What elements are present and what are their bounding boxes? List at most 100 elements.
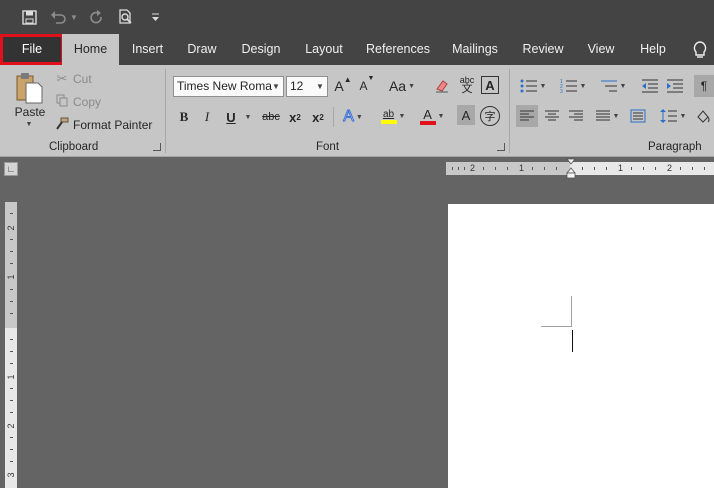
strikethrough-button[interactable]: abc — [259, 106, 283, 128]
numbering-button[interactable]: 123 ▼ — [556, 75, 590, 97]
scissors-icon: ✂ — [56, 71, 68, 86]
chevron-down-icon[interactable]: ▼ — [313, 77, 327, 96]
text-effects-button[interactable]: A ▼ — [339, 106, 367, 128]
ruler-tick — [507, 167, 508, 170]
tab-insert[interactable]: Insert — [124, 34, 171, 65]
ruler-tick — [680, 167, 681, 170]
chevron-down-icon: ▼ — [398, 112, 406, 120]
tab-file[interactable]: File — [0, 34, 64, 65]
chevron-down-icon: ▼ — [437, 112, 445, 120]
ruler-tick — [643, 167, 644, 170]
lightbulb-icon[interactable] — [690, 40, 710, 60]
character-border-button[interactable]: A — [481, 76, 499, 94]
font-color-button[interactable]: A ▼ — [416, 103, 448, 129]
phonetic-glyph: 文 — [461, 83, 473, 95]
grow-font-button[interactable]: A ▲ — [334, 75, 352, 97]
shrink-font-button[interactable]: A ▼ — [358, 75, 376, 97]
font-group-label: Font — [316, 141, 340, 153]
align-center-icon[interactable] — [541, 105, 563, 127]
paste-button[interactable]: Paste — [14, 105, 46, 121]
tab-review[interactable]: Review — [515, 34, 571, 65]
font-size-combobox[interactable]: 12 ▼ — [286, 76, 328, 97]
increase-indent-icon[interactable] — [664, 75, 686, 97]
print-preview-icon[interactable] — [115, 5, 137, 29]
redo-icon[interactable] — [86, 5, 106, 29]
subscript-suffix: 2 — [296, 112, 301, 122]
enclose-characters-button[interactable]: 字 — [480, 106, 500, 126]
subscript-button[interactable]: x2 — [286, 106, 304, 128]
justify-icon — [595, 110, 610, 121]
show-formatting-marks-icon[interactable]: ¶ — [694, 75, 714, 97]
tab-design[interactable]: Design — [234, 34, 288, 65]
highlight-label: ab — [382, 108, 395, 120]
ruler-tick — [495, 167, 496, 170]
font-name-combobox[interactable]: Times New Roma ▼ — [173, 76, 284, 97]
highlighter-icon: ab — [380, 108, 397, 124]
clipboard-group-label: Clipboard — [49, 141, 99, 153]
ruler-tick — [10, 289, 13, 290]
superscript-button[interactable]: x2 — [309, 106, 327, 128]
align-left-icon[interactable] — [516, 105, 538, 127]
underline-dropdown-icon[interactable]: ▼ — [242, 106, 252, 128]
font-launcher-icon[interactable] — [497, 143, 505, 151]
chevron-down-icon: ▼ — [612, 112, 620, 120]
horizontal-ruler[interactable]: 2 1 1 2 — [446, 162, 714, 175]
tab-mailings[interactable]: Mailings — [446, 34, 504, 65]
italic-button[interactable]: I — [199, 106, 215, 128]
subscript-label: x — [289, 109, 297, 125]
tab-layout[interactable]: Layout — [298, 34, 350, 65]
align-right-icon[interactable] — [565, 105, 587, 127]
justify-button[interactable]: ▼ — [590, 105, 624, 127]
font-color-bar — [419, 120, 436, 125]
tab-view[interactable]: View — [581, 34, 621, 65]
grow-arrow-icon: ▲ — [343, 75, 352, 84]
divider — [333, 107, 334, 127]
ruler-tick — [10, 339, 13, 340]
ruler-tick — [532, 167, 533, 170]
tab-references[interactable]: References — [360, 34, 436, 65]
undo-icon[interactable] — [48, 5, 68, 29]
bold-button[interactable]: B — [176, 106, 192, 128]
multilevel-list-button[interactable]: ▼ — [596, 75, 630, 97]
ruler-tick — [10, 251, 13, 252]
clipboard-launcher-icon[interactable] — [153, 143, 161, 151]
cut-button[interactable]: ✂ Cut — [54, 70, 92, 88]
bullets-button[interactable]: ▼ — [516, 75, 550, 97]
ruler-tick — [10, 313, 13, 314]
paste-icon[interactable] — [12, 71, 48, 107]
decrease-indent-icon[interactable] — [639, 75, 661, 97]
ruler-tick — [655, 167, 656, 170]
highlight-color-bar — [380, 119, 397, 124]
text-highlight-button[interactable]: ab ▼ — [377, 103, 409, 129]
character-shading-button[interactable]: A — [457, 105, 475, 125]
copy-button[interactable]: Copy — [54, 93, 101, 111]
document-page[interactable] — [448, 204, 714, 488]
distributed-icon[interactable] — [627, 105, 649, 127]
change-case-button[interactable]: Aa ▼ — [386, 75, 418, 97]
chevron-down-icon: ▼ — [355, 113, 363, 121]
ruler-number: 1 — [6, 274, 16, 280]
indent-marker-icon[interactable] — [566, 158, 576, 180]
vertical-ruler[interactable]: 2 1 1 2 3 — [5, 202, 17, 488]
line-spacing-button[interactable]: ▼ — [657, 105, 689, 127]
save-icon[interactable] — [18, 5, 40, 29]
paste-dropdown-icon[interactable]: ▼ — [22, 121, 36, 131]
customize-qat-icon[interactable] — [148, 5, 162, 29]
tab-help[interactable]: Help — [632, 34, 674, 65]
bullets-icon — [520, 79, 537, 93]
undo-dropdown-icon[interactable]: ▼ — [69, 5, 79, 29]
tab-draw[interactable]: Draw — [180, 34, 224, 65]
ribbon-home: Paste ▼ ✂ Cut Copy Format Painter Clipbo… — [0, 65, 714, 157]
superscript-suffix: 2 — [319, 112, 324, 122]
tab-home[interactable]: Home — [62, 34, 119, 65]
phonetic-guide-button[interactable]: abc 文 — [456, 73, 478, 97]
ruler-tick — [10, 449, 13, 450]
chevron-down-icon[interactable]: ▼ — [269, 77, 283, 96]
ruler-number: 1 — [618, 163, 624, 173]
shading-icon[interactable] — [692, 105, 714, 127]
ruler-tick — [10, 263, 13, 264]
tab-selector-button[interactable]: ∟ — [4, 162, 18, 176]
underline-button[interactable]: U — [222, 106, 240, 128]
format-painter-button[interactable]: Format Painter — [54, 116, 152, 134]
clear-formatting-icon[interactable] — [432, 75, 452, 97]
